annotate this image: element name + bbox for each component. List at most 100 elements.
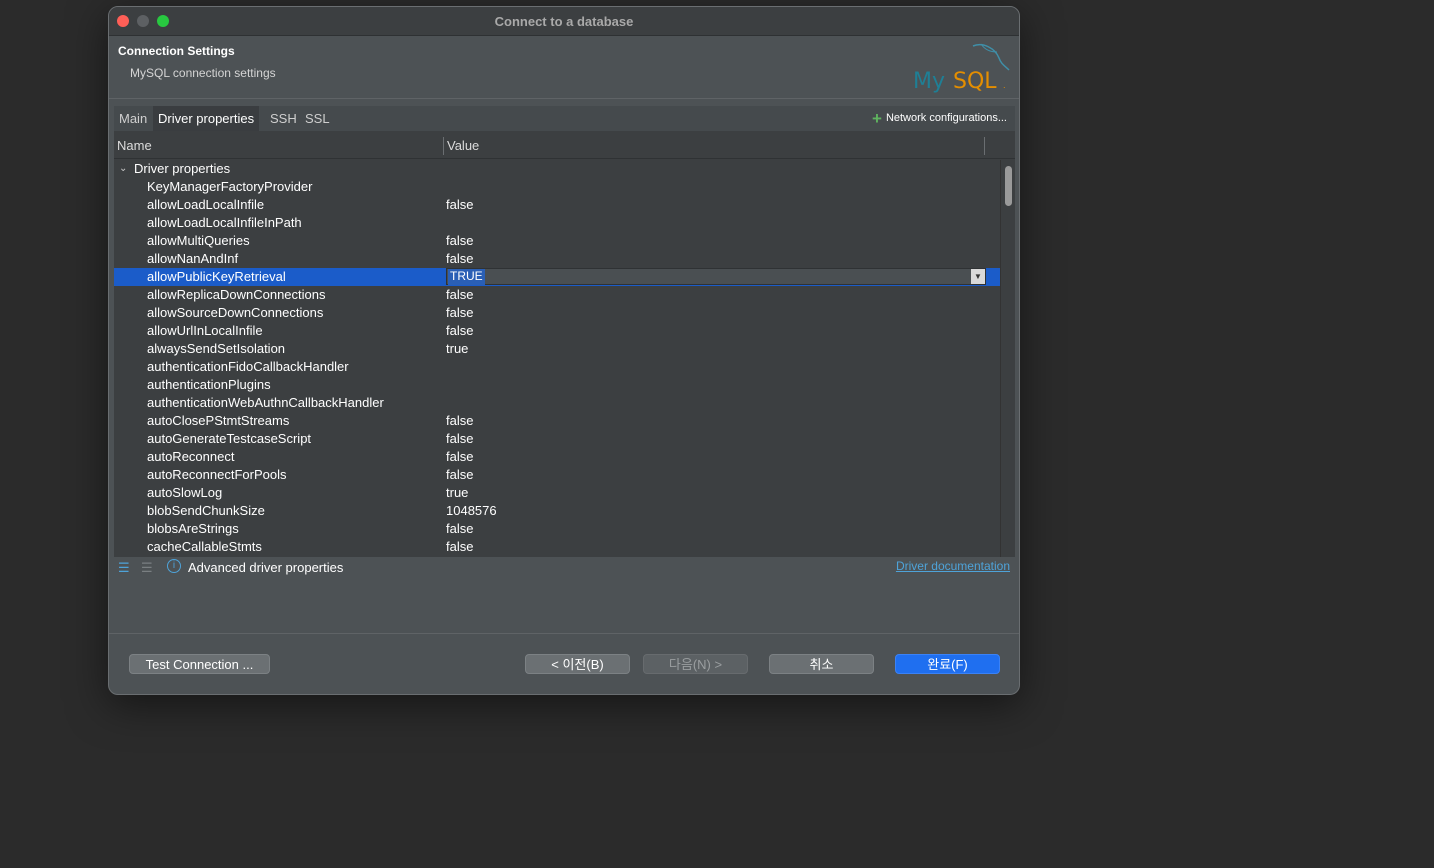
property-name: KeyManagerFactoryProvider (147, 179, 313, 194)
info-icon: i (167, 559, 181, 573)
table-row[interactable]: blobsAreStrings false (114, 520, 1000, 538)
table-row[interactable]: KeyManagerFactoryProvider (114, 178, 1000, 196)
table-row[interactable]: authenticationPlugins (114, 376, 1000, 394)
network-configurations-button[interactable]: + Network configurations... (872, 106, 1007, 131)
property-value[interactable]: false (446, 196, 473, 214)
property-value[interactable]: false (446, 466, 473, 484)
mysql-logo-icon: My SQL . (913, 43, 1010, 94)
property-value[interactable]: false (446, 250, 473, 268)
table-row[interactable]: allowLoadLocalInfile false (114, 196, 1000, 214)
property-value[interactable]: false (446, 520, 473, 538)
tab-bar: Main Driver properties SSH SSL + Network… (114, 106, 1015, 131)
remove-property-icon[interactable]: ☰ (141, 560, 153, 576)
table-row[interactable]: allowReplicaDownConnections false (114, 286, 1000, 304)
table-row[interactable]: autoReconnectForPools false (114, 466, 1000, 484)
property-name: authenticationFidoCallbackHandler (147, 359, 349, 374)
property-name: cacheCallableStmts (147, 539, 262, 554)
test-connection-button[interactable]: Test Connection ... (129, 654, 270, 674)
property-value[interactable]: 1048576 (446, 502, 497, 520)
property-name: blobSendChunkSize (147, 503, 265, 518)
dropdown-arrow-icon[interactable]: ▼ (971, 269, 985, 284)
table-row[interactable]: authenticationFidoCallbackHandler (114, 358, 1000, 376)
driver-documentation-link[interactable]: Driver documentation (896, 559, 1010, 573)
property-value[interactable]: false (446, 538, 473, 556)
column-divider[interactable] (984, 137, 985, 155)
property-value[interactable]: false (446, 286, 473, 304)
table-row[interactable]: allowSourceDownConnections false (114, 304, 1000, 322)
tab-ssh[interactable]: SSH (265, 106, 302, 131)
advanced-properties-label: Advanced driver properties (188, 560, 344, 575)
table-row[interactable]: allowLoadLocalInfileInPath (114, 214, 1000, 232)
tab-main[interactable]: Main (114, 106, 152, 131)
tab-driver-properties[interactable]: Driver properties (153, 106, 260, 131)
header-title: Connection Settings (118, 44, 235, 58)
property-value[interactable]: false (446, 232, 473, 250)
value-dropdown-editor[interactable]: TRUE ▼ (446, 268, 986, 285)
group-row-driver-properties[interactable]: ⌄ Driver properties (114, 160, 1000, 178)
table-row[interactable]: authenticationWebAuthnCallbackHandler (114, 394, 1000, 412)
property-name: allowSourceDownConnections (147, 305, 324, 320)
dialog-header: Connection Settings MySQL connection set… (109, 36, 1019, 99)
table-rows: ⌄ Driver properties KeyManagerFactoryPro… (114, 160, 1000, 556)
property-value[interactable]: false (446, 430, 473, 448)
column-header-name[interactable]: Name (117, 138, 152, 153)
property-name: autoReconnect (147, 449, 235, 464)
property-name: allowMultiQueries (147, 233, 250, 248)
group-label: Driver properties (134, 161, 231, 176)
svg-text:SQL: SQL (953, 69, 997, 94)
table-row[interactable]: autoSlowLog true (114, 484, 1000, 502)
table-row[interactable]: autoClosePStmtStreams false (114, 412, 1000, 430)
table-row-selected[interactable]: allowPublicKeyRetrieval TRUE ▼ (114, 268, 1000, 286)
network-configurations-label: Network configurations... (885, 112, 1007, 124)
property-name: allowLoadLocalInfile (147, 197, 265, 212)
table-row[interactable]: alwaysSendSetIsolation true (114, 340, 1000, 358)
table-row[interactable]: allowMultiQueries false (114, 232, 1000, 250)
table-row[interactable]: cacheCallableStmts false (114, 538, 1000, 556)
tab-ssl[interactable]: SSL (300, 106, 335, 131)
table-row[interactable]: autoGenerateTestcaseScript false (114, 430, 1000, 448)
property-name: autoSlowLog (147, 485, 223, 500)
cancel-button[interactable]: 취소 (769, 654, 874, 674)
table-row[interactable]: allowUrlInLocalInfile false (114, 322, 1000, 340)
property-name: allowUrlInLocalInfile (147, 323, 263, 338)
window-title: Connect to a database (494, 14, 634, 29)
finish-button[interactable]: 완료(F) (895, 654, 1000, 674)
property-name: autoClosePStmtStreams (147, 413, 290, 428)
scrollbar-thumb[interactable] (1005, 166, 1012, 206)
table-row[interactable]: allowNanAndInf false (114, 250, 1000, 268)
property-value[interactable]: false (446, 322, 473, 340)
property-value[interactable]: true (446, 484, 468, 502)
property-name: authenticationPlugins (147, 377, 271, 392)
property-value[interactable]: true (446, 340, 468, 358)
back-button[interactable]: < 이전(B) (525, 654, 630, 674)
property-value[interactable]: false (446, 448, 473, 466)
property-value[interactable]: false (446, 304, 473, 322)
connect-dialog: Connect to a database Connection Setting… (108, 6, 1020, 695)
header-subtitle: MySQL connection settings (130, 66, 276, 80)
property-name: alwaysSendSetIsolation (147, 341, 286, 356)
property-name: autoReconnectForPools (147, 467, 287, 482)
divider (109, 633, 1019, 634)
property-name: allowReplicaDownConnections (147, 287, 326, 302)
driver-properties-table: Name Value ⌄ Driver properties KeyManage… (114, 131, 1015, 557)
table-header: Name Value (114, 131, 1015, 159)
property-name: allowNanAndInf (147, 251, 239, 266)
property-name: blobsAreStrings (147, 521, 239, 536)
chevron-down-icon[interactable]: ⌄ (119, 160, 127, 178)
property-name: allowPublicKeyRetrieval (147, 269, 286, 284)
property-name: authenticationWebAuthnCallbackHandler (147, 395, 384, 410)
value-editor-text[interactable]: TRUE (448, 269, 485, 285)
vertical-scrollbar[interactable] (1000, 160, 1015, 557)
column-header-value[interactable]: Value (447, 138, 479, 153)
property-value[interactable]: false (446, 412, 473, 430)
table-footer: ☰ ☰ i Advanced driver properties Driver … (114, 557, 1015, 579)
property-name: allowLoadLocalInfileInPath (147, 215, 302, 230)
table-row[interactable]: blobSendChunkSize 1048576 (114, 502, 1000, 520)
column-divider[interactable] (443, 137, 444, 155)
plus-icon: + (872, 109, 882, 128)
table-row[interactable]: autoReconnect false (114, 448, 1000, 466)
svg-text:My: My (913, 69, 945, 94)
next-button[interactable]: 다음(N) > (643, 654, 748, 674)
property-name: autoGenerateTestcaseScript (147, 431, 312, 446)
add-property-icon[interactable]: ☰ (118, 560, 130, 576)
